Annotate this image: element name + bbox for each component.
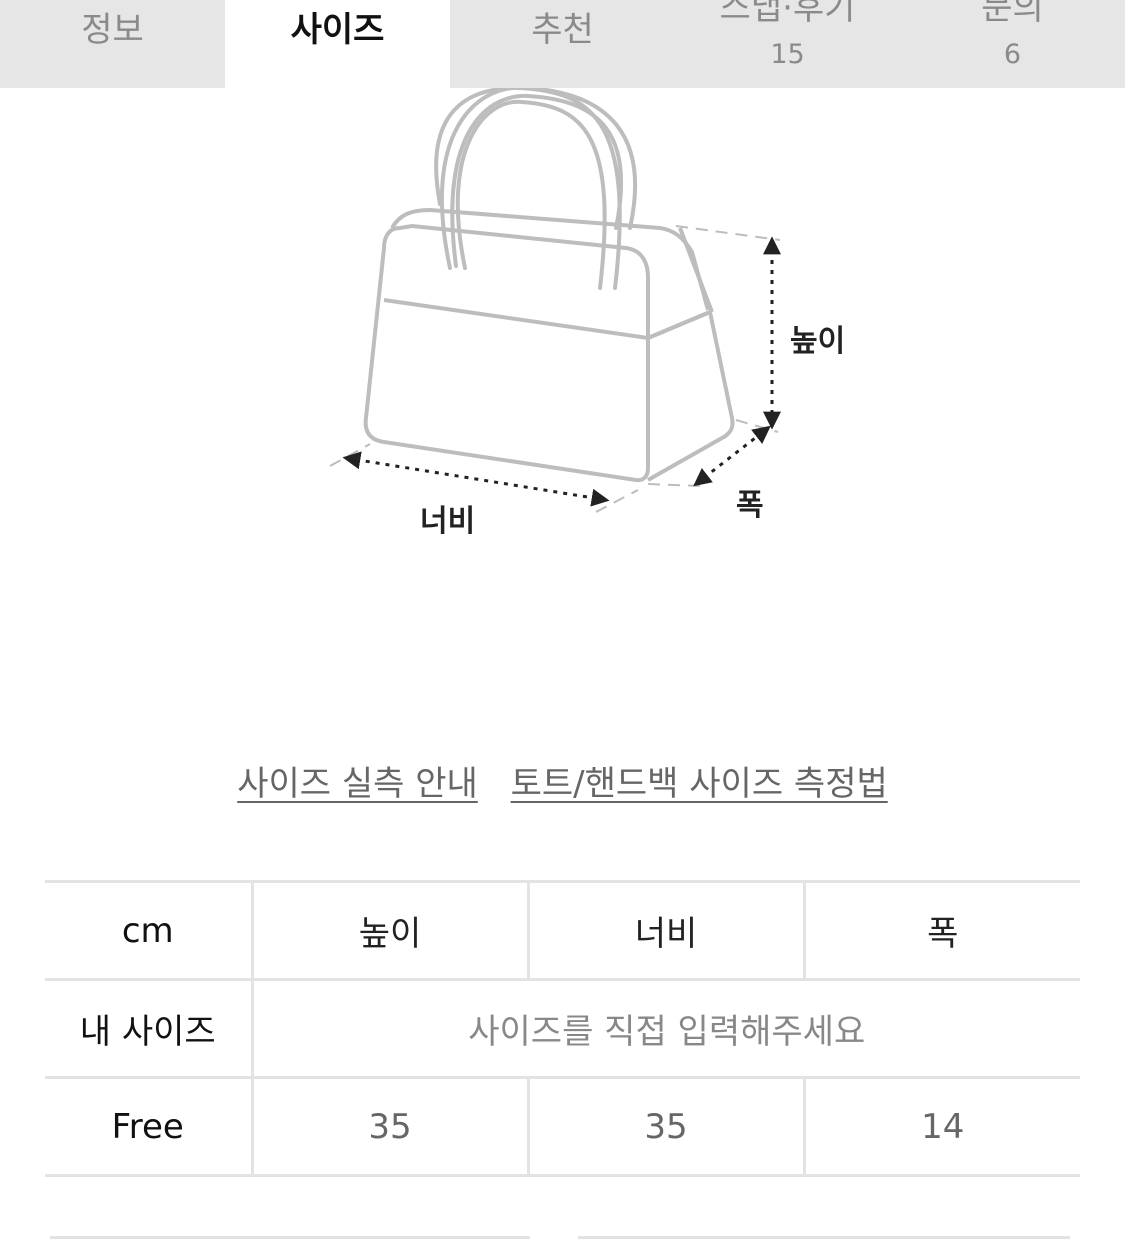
size-guide-links: 사이즈 실측 안내 토트/핸드백 사이즈 측정법 [0,762,1125,806]
my-size-input[interactable]: 사이즈를 직접 입력해주세요 [250,978,1080,1079]
tab-info-label: 정보 [81,10,144,50]
width-arrow [342,451,610,507]
header-unit: cm [45,880,252,981]
tab-bar: 정보 사이즈 추천 스냅·후기 15 문의 6 [0,0,1125,88]
tab-size[interactable]: 사이즈 [225,0,450,88]
tab-info[interactable]: 정보 [0,0,225,88]
divider [50,1236,530,1239]
depth-arrow [693,425,771,487]
tab-size-label: 사이즈 [290,10,385,50]
dimension-arrows [342,236,781,507]
size-height-value: 35 [250,1076,528,1177]
table-row: Free 35 35 14 [45,1076,1080,1177]
size-guide-link[interactable]: 사이즈 실측 안내 [237,764,478,804]
header-width: 너비 [526,880,804,981]
measure-method-link[interactable]: 토트/핸드백 사이즈 측정법 [511,764,888,804]
tab-snap-review-count: 15 [770,39,805,70]
size-name: Free [45,1076,252,1177]
tab-recommend[interactable]: 추천 [450,0,675,88]
tab-snap-review-label: 스냅·후기 [719,0,856,28]
size-table: cm 높이 너비 폭 내 사이즈 사이즈를 직접 입력해주세요 Free 35 … [45,880,1080,1177]
bag-size-diagram: 높이 너비 폭 [300,88,900,558]
header-depth: 폭 [802,880,1080,981]
my-size-label: 내 사이즈 [45,978,252,1079]
bag-body [363,224,735,483]
table-header-row: cm 높이 너비 폭 [45,880,1080,981]
tab-snap-review[interactable]: 스냅·후기 15 [675,0,900,88]
my-size-row: 내 사이즈 사이즈를 직접 입력해주세요 [45,978,1080,1079]
size-width-value: 35 [526,1076,804,1177]
size-depth-value: 14 [802,1076,1080,1177]
width-label: 너비 [420,504,476,539]
bag-handles [434,88,637,290]
bag-lid [390,208,714,313]
tab-inquiry-count: 6 [1003,39,1022,70]
divider [578,1236,1070,1239]
tab-inquiry[interactable]: 문의 6 [900,0,1125,88]
tab-inquiry-label: 문의 [981,0,1044,28]
header-height: 높이 [250,880,528,981]
tab-recommend-label: 추천 [531,10,594,50]
height-label: 높이 [790,324,846,359]
depth-label: 폭 [736,488,764,523]
